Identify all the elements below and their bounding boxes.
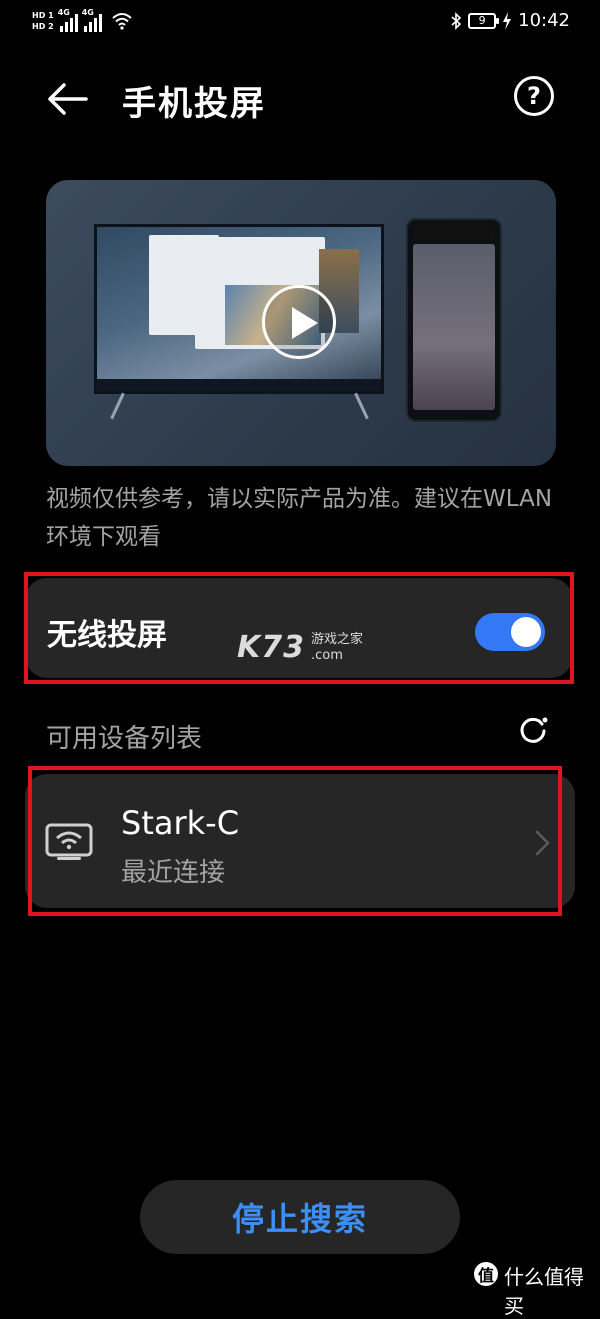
tv-leg-left [110, 392, 125, 420]
devices-section-label: 可用设备列表 [46, 724, 203, 754]
battery-icon: 9 [468, 12, 500, 29]
demo-video-player[interactable] [46, 180, 556, 466]
phone-screen [413, 244, 495, 410]
help-icon[interactable]: ? [514, 76, 554, 116]
charging-icon [503, 11, 512, 30]
site-watermark: 什么值得买 [504, 1265, 584, 1318]
play-icon[interactable] [262, 285, 336, 359]
net1-label: 4G [57, 8, 70, 17]
phone-illustration [406, 218, 502, 422]
hd-indicators: HD 1 HD 2 [32, 11, 54, 31]
app-header: 手机投屏 ? [0, 70, 600, 126]
battery-level: 9 [478, 14, 486, 27]
phone-toolbar [413, 226, 495, 240]
tv-screen [97, 227, 381, 391]
status-left: HD 1 HD 2 4G 4G [32, 8, 132, 32]
tv-leg-right [354, 392, 369, 420]
tv-illustration [94, 224, 384, 394]
wifi-icon [112, 13, 132, 30]
stop-search-button[interactable]: 停止搜索 [140, 1180, 460, 1254]
signal-icon-2: 4G [81, 8, 102, 32]
video-disclaimer: 视频仅供参考，请以实际产品为准。建议在WLAN 环境下观看 [46, 486, 553, 550]
tv-taskbar [97, 379, 381, 391]
refresh-spinner-icon [520, 717, 548, 743]
highlight-box-device [28, 766, 562, 916]
site-logo-icon: 值 [474, 1262, 498, 1286]
status-bar: HD 1 HD 2 4G 4G 9 10:42 [0, 0, 600, 48]
help-glyph: ? [527, 82, 541, 110]
status-right: 9 10:42 [450, 10, 570, 31]
back-arrow-icon[interactable] [44, 76, 90, 122]
signal-icon-1: 4G [57, 8, 78, 32]
net2-label: 4G [81, 8, 94, 17]
highlight-box-toggle [24, 572, 574, 684]
page-title: 手机投屏 [122, 84, 266, 124]
clock: 10:42 [518, 10, 570, 31]
hd2-label: HD 2 [32, 22, 54, 31]
hd1-label: HD 1 [32, 11, 54, 20]
site-logo-text: 值 [477, 1266, 494, 1285]
bluetooth-icon [451, 11, 462, 30]
stop-search-label: 停止搜索 [231, 1200, 368, 1238]
